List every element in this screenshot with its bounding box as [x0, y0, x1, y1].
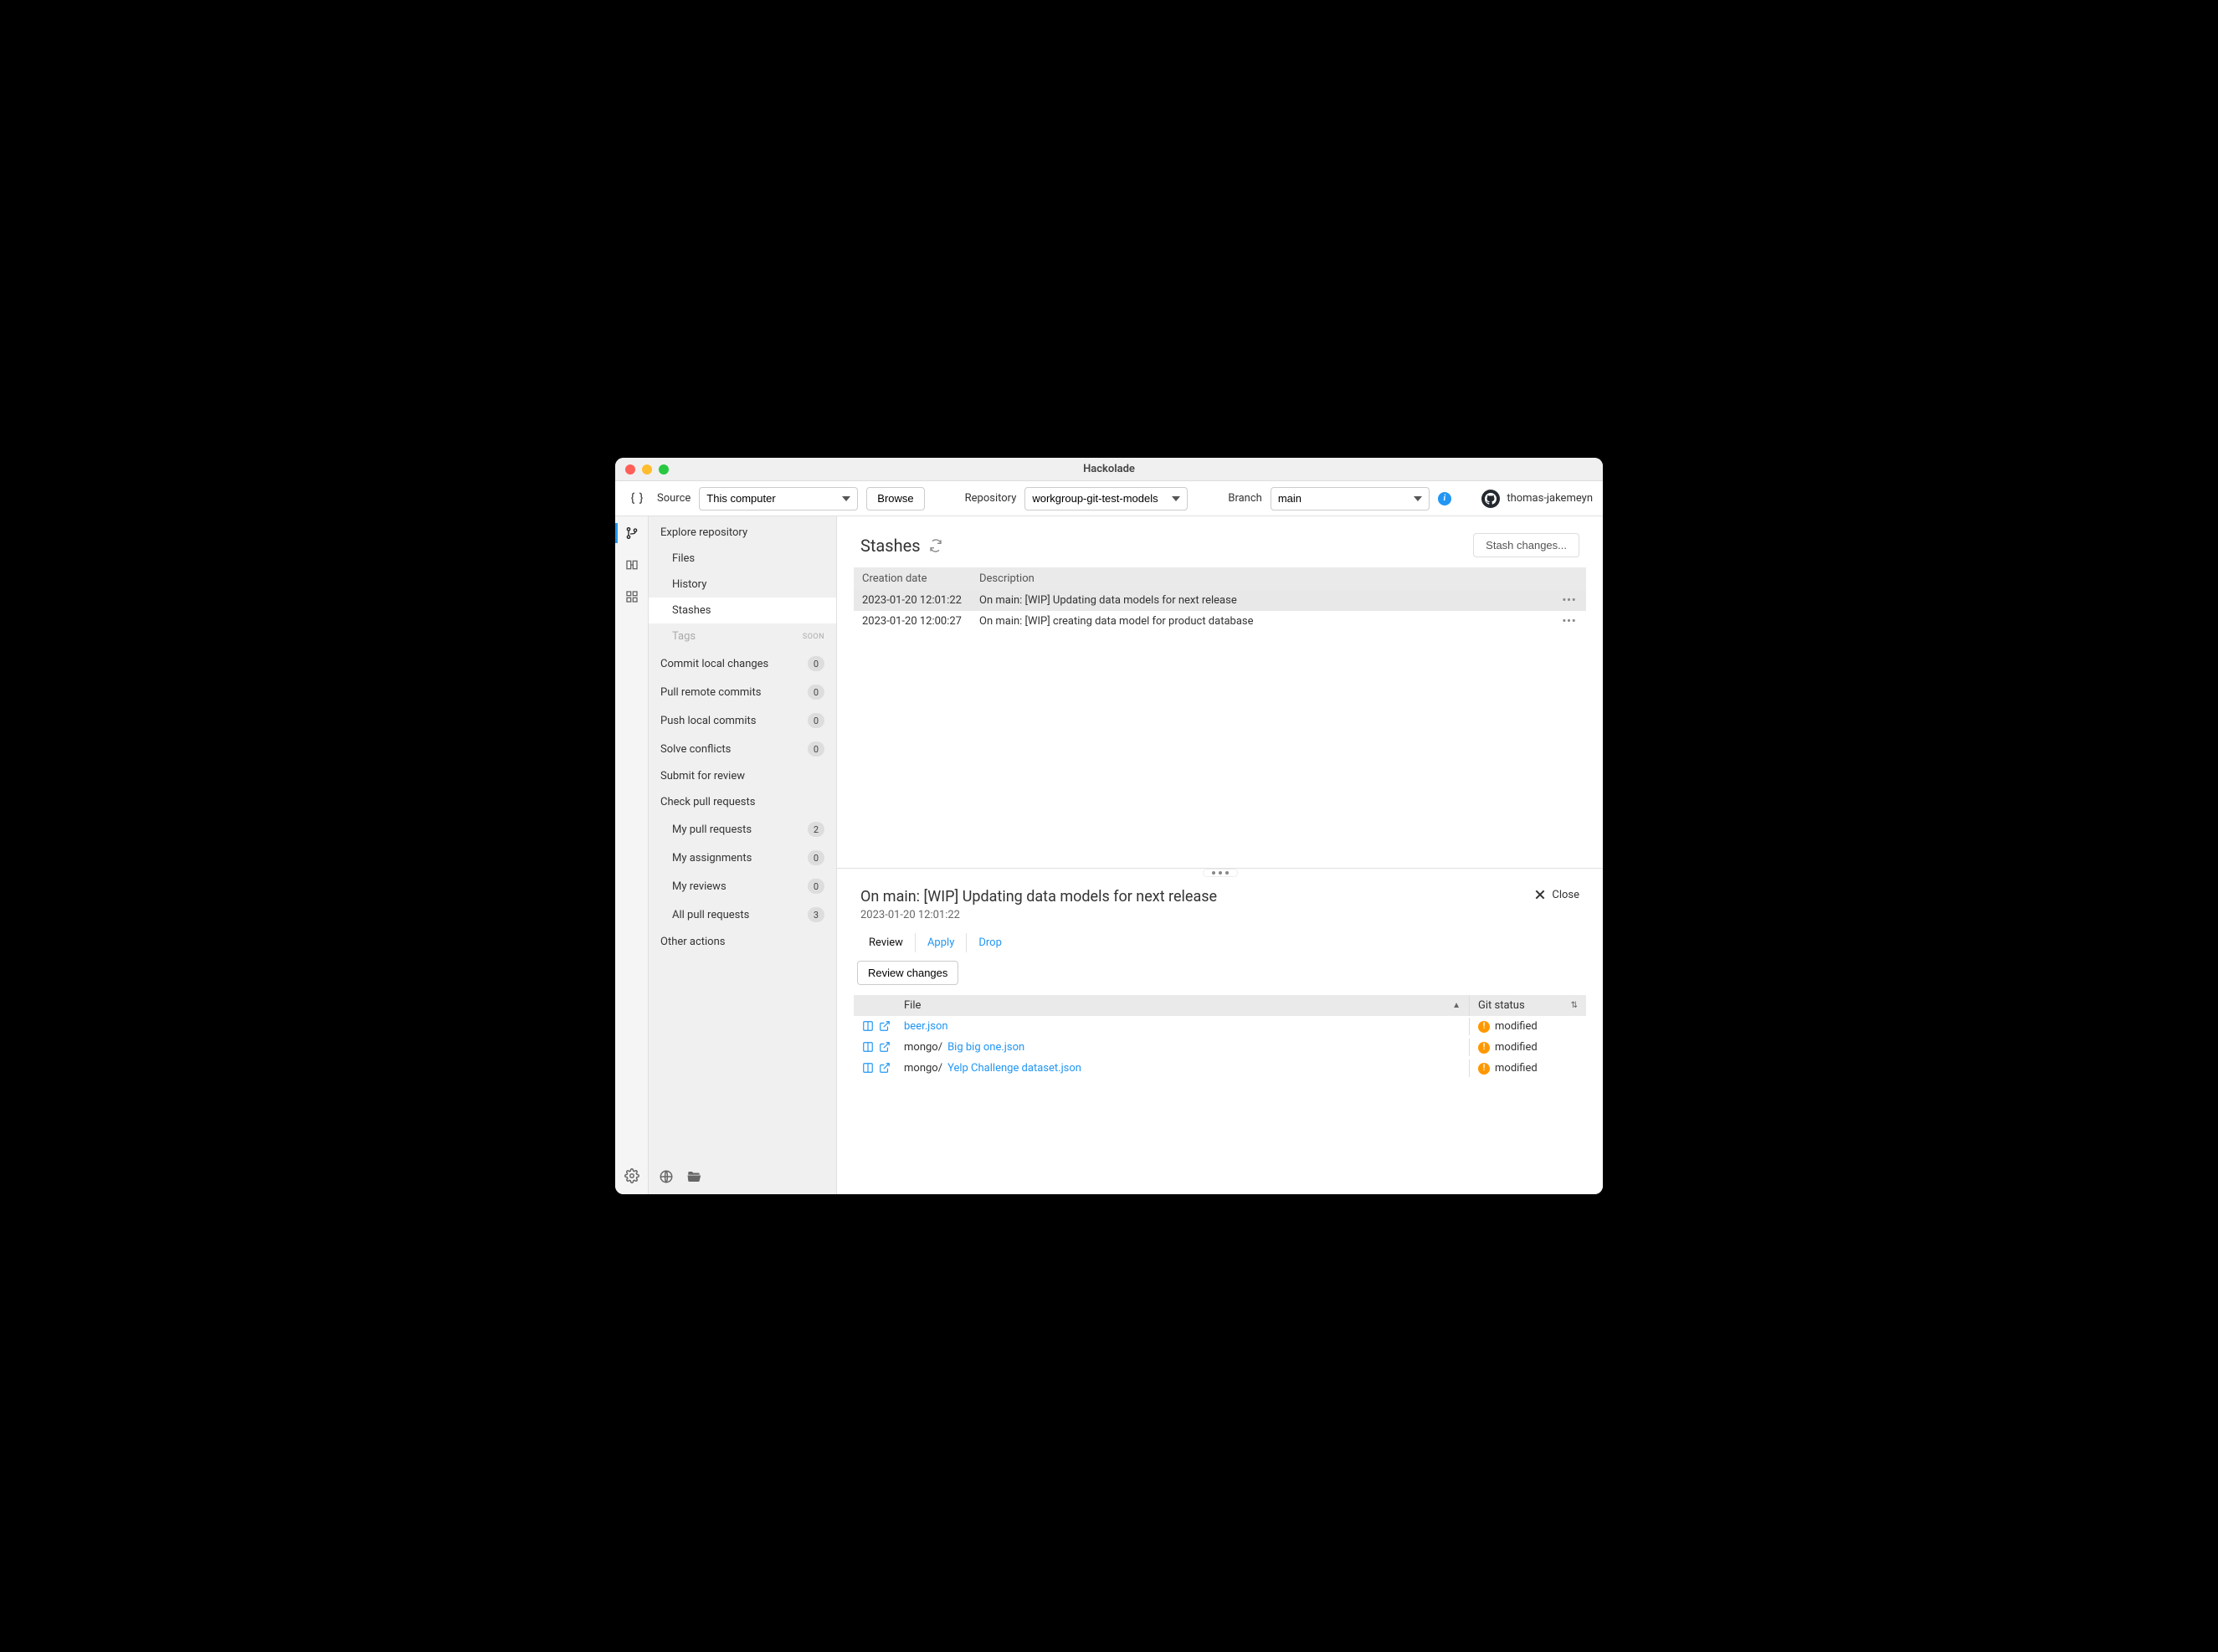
file-row[interactable]: mongo/Yelp Challenge dataset.json !modif… — [854, 1058, 1586, 1079]
detail-pane: On main: [WIP] Updating data models for … — [837, 876, 1603, 1194]
sidebar-item-check[interactable]: Check pull requests — [649, 789, 836, 815]
source-label: Source — [657, 492, 691, 505]
sidebar-item-stashes[interactable]: Stashes — [649, 598, 836, 623]
file-row[interactable]: mongo/Big big one.json !modified — [854, 1037, 1586, 1058]
repository-select[interactable]: workgroup-git-test-models — [1024, 487, 1188, 510]
branch-label: Branch — [1228, 492, 1261, 505]
col-file[interactable]: File ▲ — [896, 995, 1469, 1016]
globe-icon[interactable] — [659, 1169, 674, 1184]
grid-icon[interactable] — [624, 588, 640, 605]
commit-count-badge: 0 — [808, 656, 824, 671]
stashes-title: Stashes — [860, 536, 942, 556]
titlebar: Hackolade — [615, 458, 1603, 481]
sidebar-footer — [649, 1159, 836, 1194]
review-changes-button[interactable]: Review changes — [857, 961, 958, 985]
tab-drop[interactable]: Drop — [967, 933, 1014, 952]
sidebar-item-my-pr[interactable]: My pull requests 2 — [649, 815, 836, 844]
col-description[interactable]: Description — [971, 567, 1553, 590]
file-link[interactable]: beer.json — [904, 1020, 948, 1033]
detail-header: On main: [WIP] Updating data models for … — [837, 876, 1603, 921]
close-button[interactable]: Close — [1533, 888, 1579, 901]
sort-asc-icon: ▲ — [1452, 1001, 1461, 1010]
detail-tabs: Review Apply Drop — [837, 921, 1603, 961]
sidebar-item-push[interactable]: Push local commits 0 — [649, 706, 836, 735]
file-link[interactable]: Big big one.json — [947, 1041, 1024, 1054]
file-link[interactable]: Yelp Challenge dataset.json — [947, 1062, 1081, 1075]
diff-icon[interactable] — [862, 1020, 874, 1033]
warning-icon: ! — [1478, 1021, 1490, 1033]
compare-icon[interactable] — [624, 557, 640, 573]
sidebar-item-my-assignments[interactable]: My assignments 0 — [649, 844, 836, 872]
open-external-icon[interactable] — [879, 1020, 891, 1033]
open-external-icon[interactable] — [879, 1062, 891, 1075]
close-icon — [1533, 888, 1547, 901]
braces-icon — [625, 491, 649, 506]
sidebar: Explore repository Files History Stashes… — [649, 516, 837, 1194]
file-row[interactable]: beer.json !modified — [854, 1016, 1586, 1037]
github-icon — [1481, 490, 1500, 508]
sidebar-item-submit[interactable]: Submit for review — [649, 763, 836, 789]
stash-row[interactable]: 2023-01-20 12:01:22 On main: [WIP] Updat… — [854, 590, 1586, 611]
tab-review[interactable]: Review — [857, 933, 916, 952]
solve-count-badge: 0 — [808, 741, 824, 757]
repository-label: Repository — [965, 492, 1017, 505]
user-area[interactable]: thomas-jakemeyn — [1481, 490, 1593, 508]
my-pr-count-badge: 2 — [808, 822, 824, 837]
tab-apply[interactable]: Apply — [916, 933, 967, 952]
body: Explore repository Files History Stashes… — [615, 516, 1603, 1194]
pull-count-badge: 0 — [808, 685, 824, 700]
more-icon[interactable]: ••• — [1562, 615, 1576, 628]
sidebar-item-pull[interactable]: Pull remote commits 0 — [649, 678, 836, 706]
sidebar-item-files[interactable]: Files — [649, 546, 836, 572]
detail-title: On main: [WIP] Updating data models for … — [860, 888, 1217, 906]
file-table: File ▲ Git status ⇅ beer.jso — [854, 995, 1586, 1079]
stashes-table: Creation date Description 2023-01-20 12:… — [854, 567, 1586, 632]
stash-changes-button[interactable]: Stash changes... — [1473, 533, 1579, 557]
folder-icon[interactable] — [685, 1169, 702, 1184]
app-window: Hackolade Source This computer Browse Re… — [615, 458, 1603, 1194]
warning-icon: ! — [1478, 1042, 1490, 1054]
main: Stashes Stash changes... Creation date D… — [837, 516, 1603, 1194]
soon-badge: SOON — [803, 633, 824, 641]
open-external-icon[interactable] — [879, 1041, 891, 1054]
activity-rail — [615, 516, 649, 1194]
stashes-table-header: Creation date Description — [854, 567, 1586, 590]
stashes-header: Stashes Stash changes... — [837, 516, 1603, 567]
explore-repository-title: Explore repository — [649, 516, 836, 546]
sidebar-item-commit[interactable]: Commit local changes 0 — [649, 649, 836, 678]
sidebar-item-all-pr[interactable]: All pull requests 3 — [649, 900, 836, 929]
stashes-pane: Stashes Stash changes... Creation date D… — [837, 516, 1603, 868]
sort-icon: ⇅ — [1571, 1001, 1578, 1010]
col-git-status[interactable]: Git status ⇅ — [1469, 995, 1586, 1016]
sidebar-item-my-reviews[interactable]: My reviews 0 — [649, 872, 836, 900]
detail-date: 2023-01-20 12:01:22 — [860, 909, 1217, 921]
info-icon[interactable]: i — [1438, 492, 1451, 505]
warning-icon: ! — [1478, 1063, 1490, 1075]
username: thomas-jakemeyn — [1507, 492, 1593, 505]
my-reviews-count-badge: 0 — [808, 879, 824, 894]
toolbar: Source This computer Browse Repository w… — [615, 481, 1603, 516]
my-assignments-count-badge: 0 — [808, 850, 824, 865]
window-title: Hackolade — [615, 463, 1603, 475]
more-icon[interactable]: ••• — [1562, 594, 1576, 607]
stash-row[interactable]: 2023-01-20 12:00:27 On main: [WIP] creat… — [854, 611, 1586, 632]
push-count-badge: 0 — [808, 713, 824, 728]
source-select[interactable]: This computer — [699, 487, 858, 510]
sidebar-item-tags: Tags SOON — [649, 623, 836, 649]
browse-button[interactable]: Browse — [866, 487, 924, 510]
sidebar-item-history[interactable]: History — [649, 572, 836, 598]
diff-icon[interactable] — [862, 1062, 874, 1075]
diff-icon[interactable] — [862, 1041, 874, 1054]
gear-icon[interactable] — [624, 1167, 640, 1184]
branch-select[interactable]: main — [1271, 487, 1430, 510]
branch-icon[interactable] — [624, 525, 640, 541]
all-pr-count-badge: 3 — [808, 907, 824, 922]
splitter[interactable] — [837, 868, 1603, 876]
refresh-icon[interactable] — [929, 539, 942, 552]
col-creation-date[interactable]: Creation date — [854, 567, 971, 590]
file-table-header: File ▲ Git status ⇅ — [854, 995, 1586, 1016]
sidebar-item-solve[interactable]: Solve conflicts 0 — [649, 735, 836, 763]
sidebar-item-other[interactable]: Other actions — [649, 929, 836, 955]
splitter-handle — [1203, 869, 1238, 877]
